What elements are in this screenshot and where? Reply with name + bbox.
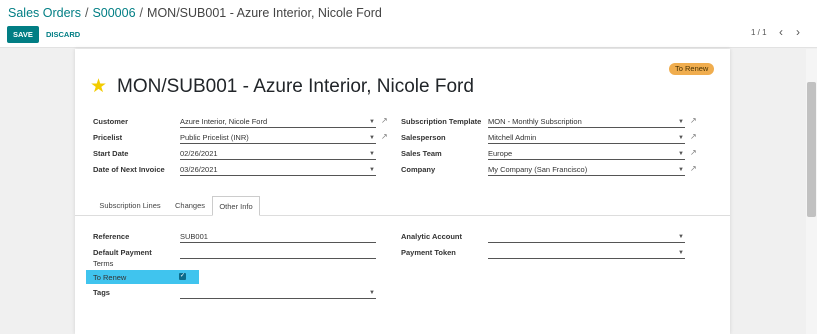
control-panel: Sales Orders / S00006/MON/SUB001 - Azure I…: [0, 0, 817, 48]
scrollbar-thumb[interactable]: [807, 82, 816, 217]
payment-terms-label: Default Payment: [93, 248, 152, 257]
pager-previous-icon[interactable]: ‹: [779, 25, 783, 39]
notebook-tabs: Subscription Lines Changes Other Info: [75, 196, 730, 216]
template-field[interactable]: MON - Monthly Subscription: [488, 116, 685, 128]
pricelist-label: Pricelist: [93, 133, 123, 142]
chevron-down-icon[interactable]: ▼: [369, 167, 375, 173]
company-label: Company: [401, 165, 436, 174]
analytic-account-label: Analytic Account: [401, 232, 462, 241]
payment-terms-label-line2: Terms: [93, 259, 114, 268]
tags-field[interactable]: [180, 287, 376, 299]
reference-field[interactable]: SUB001: [180, 231, 376, 243]
pager-next-icon[interactable]: ›: [796, 25, 800, 39]
breadcrumb-sales-orders[interactable]: Sales Orders: [8, 6, 81, 20]
status-badge: To Renew: [669, 63, 715, 75]
external-link-icon[interactable]: ↗: [690, 116, 697, 125]
payment-terms-field[interactable]: [180, 247, 376, 259]
to-renew-checkbox[interactable]: ✓: [179, 273, 186, 280]
external-link-icon[interactable]: ↗: [381, 132, 388, 141]
pager-value[interactable]: 1 / 1: [751, 28, 767, 37]
discard-button[interactable]: DISCARD: [44, 26, 82, 43]
breadcrumb: Sales Orders / S00006/MON/SUB001 - Azure I…: [8, 6, 382, 20]
record-title: MON/SUB001 - Azure Interior, Nicole Ford: [117, 76, 474, 97]
to-renew-label: To Renew: [93, 273, 127, 282]
chevron-down-icon[interactable]: ▼: [678, 151, 684, 157]
next-invoice-field[interactable]: 03/26/2021: [180, 164, 376, 176]
breadcrumb-order[interactable]: S00006: [92, 6, 135, 20]
breadcrumb-current: MON/SUB001 - Azure Interior, Nicole Ford: [147, 6, 382, 20]
breadcrumb-separator: /: [139, 6, 144, 20]
external-link-icon[interactable]: ↗: [690, 164, 697, 173]
start-date-field[interactable]: 02/26/2021: [180, 148, 376, 160]
customer-label: Customer: [93, 117, 129, 126]
external-link-icon[interactable]: ↗: [690, 148, 697, 157]
pricelist-field[interactable]: Public Pricelist (INR): [180, 132, 376, 144]
sales-team-label: Sales Team: [401, 149, 442, 158]
template-label: Subscription Template: [401, 117, 482, 126]
chevron-down-icon[interactable]: ▼: [369, 119, 375, 125]
chevron-down-icon[interactable]: ▼: [678, 234, 684, 240]
chevron-down-icon[interactable]: ▼: [369, 290, 375, 296]
chevron-down-icon[interactable]: ▼: [678, 119, 684, 125]
chevron-down-icon[interactable]: ▼: [678, 135, 684, 141]
salesperson-field[interactable]: Mitchell Admin: [488, 132, 685, 144]
payment-token-label: Payment Token: [401, 248, 456, 257]
payment-token-field[interactable]: [488, 247, 685, 259]
chevron-down-icon[interactable]: ▼: [369, 151, 375, 157]
salesperson-label: Salesperson: [401, 133, 446, 142]
form-sheet: To Renew ★ MON/SUB001 - Azure Interior, …: [75, 49, 730, 334]
reference-label: Reference: [93, 232, 130, 241]
analytic-account-field[interactable]: [488, 231, 685, 243]
breadcrumb-separator: /: [84, 6, 89, 20]
chevron-down-icon[interactable]: ▼: [678, 167, 684, 173]
sales-team-field[interactable]: Europe: [488, 148, 685, 160]
start-date-label: Start Date: [93, 149, 129, 158]
tab-other-info[interactable]: Other Info: [212, 196, 260, 216]
tab-subscription-lines[interactable]: Subscription Lines: [93, 196, 167, 216]
tab-changes[interactable]: Changes: [169, 196, 211, 216]
tags-label: Tags: [93, 288, 110, 297]
favorite-star-icon[interactable]: ★: [90, 75, 107, 98]
chevron-down-icon[interactable]: ▼: [369, 135, 375, 141]
external-link-icon[interactable]: ↗: [690, 132, 697, 141]
chevron-down-icon[interactable]: ▼: [678, 250, 684, 256]
next-invoice-label: Date of Next Invoice: [93, 165, 165, 174]
company-field[interactable]: My Company (San Francisco): [488, 164, 685, 176]
customer-field[interactable]: Azure Interior, Nicole Ford: [180, 116, 376, 128]
external-link-icon[interactable]: ↗: [381, 116, 388, 125]
save-button[interactable]: SAVE: [7, 26, 39, 43]
